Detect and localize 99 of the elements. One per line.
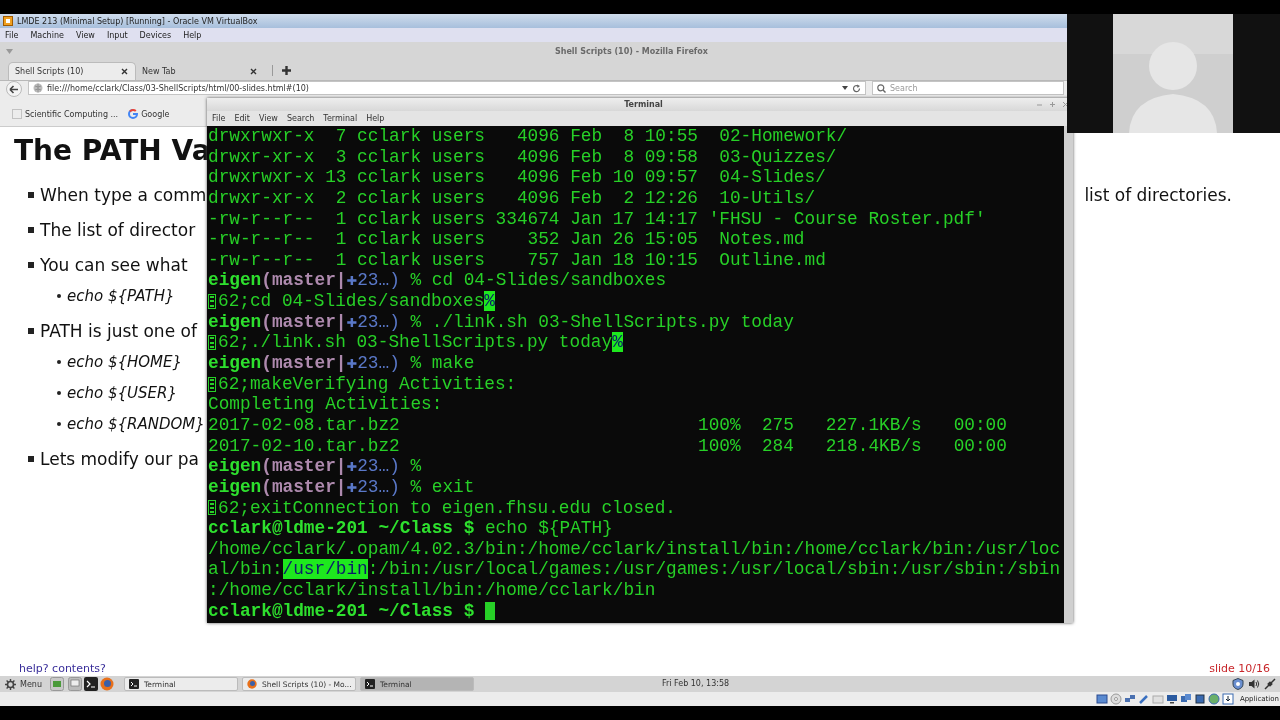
shield-icon[interactable] [1232, 678, 1244, 690]
dropdown-icon[interactable] [842, 86, 848, 90]
arrow-down-icon [1221, 693, 1234, 705]
firefox-icon[interactable] [99, 677, 114, 691]
terminal-line: -rw-r--r-- 1 cclark users 352 Jan 26 15:05 Notes.md [208, 229, 805, 250]
bullet-icon [28, 328, 34, 334]
terminal-line: 62;exitConnection to eigen.fhsu.edu closed. [218, 497, 677, 519]
menu-item[interactable]: File [212, 114, 226, 123]
google-icon [128, 109, 139, 119]
bullet-icon [57, 422, 61, 426]
bullet-text: The list of director [40, 220, 196, 240]
menu-item[interactable]: View [258, 114, 278, 123]
network-icon [1123, 693, 1136, 705]
terminal-line: cclark@ldme-201 ~/Class $ [208, 600, 475, 622]
menu-item[interactable]: Terminal [323, 114, 358, 123]
bullet-text: echo ${PATH} [67, 287, 175, 305]
terminal-line: al/bin:/usr/bin:/bin:/usr/local/games:/usr/games:/usr/local/sbin:/usr/sbin:/sbin [208, 559, 1061, 581]
slide-number: slide 10/16 [1209, 661, 1270, 675]
address-field[interactable]: file:///home/cclark/Class/03-ShellScripts/html/00-slides.html#(10) [28, 81, 866, 95]
bullet-text: PATH is just one of [40, 321, 197, 341]
bullet-icon [28, 262, 34, 268]
bullet-text: echo ${USER} [67, 384, 177, 402]
bullet-icon [57, 360, 61, 364]
globe-icon [33, 83, 43, 93]
bullet-text: echo ${HOME} [67, 353, 183, 371]
bullet-icon [28, 192, 34, 198]
usb-icon [1137, 693, 1150, 705]
firefox-icon [246, 679, 257, 689]
menu-item[interactable]: Search [286, 114, 315, 123]
bullet-text: When type a comm [40, 185, 207, 205]
help-link[interactable]: help? contents? [19, 661, 106, 675]
bullet-text: echo ${RANDOM} [67, 415, 205, 433]
bullet-icon [28, 227, 34, 233]
terminal-line: 62;makeVerifying Activities: [218, 373, 517, 395]
transfer-stats: 100% 275 227.1KB/s 00:00 [698, 414, 1007, 436]
bullet-text: Lets modify our pa [40, 449, 199, 469]
gear-icon [5, 678, 16, 690]
menu-item[interactable]: Machine [30, 30, 64, 40]
menu-item[interactable]: Devices [139, 30, 172, 40]
terminal-line: drwxrwxr-x 13 cclark users 4096 Feb 10 09:57 04-Slides/ [208, 167, 826, 188]
terminal-line: drwxr-xr-x 3 cclark users 4096 Feb 8 09:58 03-Quizzes/ [208, 146, 837, 168]
transfer-stats: 100% 284 218.4KB/s 00:00 [698, 435, 1007, 457]
terminal-icon [364, 679, 375, 689]
menu-item[interactable]: Edit [234, 114, 250, 123]
menu-button[interactable]: Menu [5, 678, 46, 690]
unknown-glyph-icon [208, 293, 216, 309]
unknown-glyph-icon [208, 376, 216, 392]
speaker-icon[interactable] [1248, 678, 1260, 690]
bullet-text: You can see what [40, 255, 188, 275]
app-icon [3, 16, 13, 26]
terminal-line: eigen(master|✚23…) % ./link.sh 03-ShellScripts.py today [208, 311, 794, 333]
terminal-line: -rw-r--r-- 1 cclark users 334674 Jan 17 14:17 'FHSU - Course Roster.pdf' [208, 208, 986, 230]
window-title: Shell Scripts (10) - Mozilla Firefox [554, 46, 709, 56]
terminal-line: /home/cclark/.opam/4.02.3/bin:/home/cclark/install/bin:/home/cclark/bin:/usr/loc [208, 538, 1061, 560]
menu-item[interactable]: Input [106, 30, 128, 40]
menu-item[interactable]: File [5, 30, 19, 40]
terminal-line: -rw-r--r-- 1 cclark users 757 Jan 18 10:15 Outline.md [208, 249, 826, 271]
bookmark-link[interactable]: Scientific Computing ... [25, 109, 119, 119]
terminal-line: eigen(master|✚23…) % make [208, 353, 475, 374]
bullet-icon [57, 294, 61, 298]
reload-icon[interactable] [852, 83, 861, 93]
terminal-line: :/home/cclark/install/bin:/home/cclark/bin [208, 580, 656, 601]
browser-tab[interactable]: Shell Scripts (10) [8, 62, 136, 80]
terminal-icon[interactable] [83, 677, 98, 691]
unknown-glyph-icon [208, 335, 216, 351]
browser-tab[interactable]: New Tab [136, 62, 264, 80]
bullet-icon [28, 456, 34, 462]
chip-icon [1193, 693, 1206, 705]
back-arrow-icon [9, 84, 19, 94]
terminal-line: 2017-02-08.tar.bz2 [208, 414, 401, 436]
terminal-line: drwxrwxr-x 7 cclark users 4096 Feb 8 10:55 02-Homework/ [208, 126, 848, 147]
window-icon [1179, 693, 1192, 705]
search-icon [877, 83, 886, 93]
menu-item[interactable]: View [75, 30, 95, 40]
terminal-line: eigen(master|✚23…) % [208, 456, 422, 477]
unknown-glyph-icon [208, 500, 216, 516]
clock: Fri Feb 10, 13:58 [662, 679, 730, 688]
bullet-text: list of directories. [1084, 185, 1232, 205]
close-icon[interactable] [249, 66, 258, 76]
terminal-line: eigen(master|✚23…) % exit [208, 476, 475, 498]
globe-icon [1207, 693, 1220, 705]
menu-item[interactable]: Help [366, 114, 385, 123]
terminal-line: 2017-02-10.tar.bz2 [208, 435, 401, 457]
folder-icon [12, 109, 22, 119]
terminal-icon [128, 679, 139, 689]
display-icon [1165, 693, 1178, 705]
network-plug-icon[interactable] [1264, 678, 1276, 690]
terminal-line: drwxr-xr-x 2 cclark users 4096 Feb 2 12:26 10-Utils/ [208, 187, 816, 209]
terminal-line: Completing Activities: [208, 394, 443, 415]
new-tab-icon[interactable] [281, 65, 292, 76]
window-title: Terminal [623, 100, 664, 109]
terminal-line: cclark@ldme-201 ~/Class $ echo ${PATH} [208, 518, 613, 539]
terminal-line: eigen(master|✚23…) % cd 04-Slides/sandboxes [208, 270, 667, 292]
menu-item[interactable]: Help [183, 30, 202, 40]
window-title: LMDE 213 (Minimal Setup) [Running] - Oracle VM VirtualBox [17, 16, 258, 26]
close-icon[interactable] [120, 67, 129, 76]
bookmark-link[interactable]: Google [141, 109, 170, 119]
bullet-icon [57, 391, 61, 395]
back-button[interactable] [6, 81, 22, 97]
